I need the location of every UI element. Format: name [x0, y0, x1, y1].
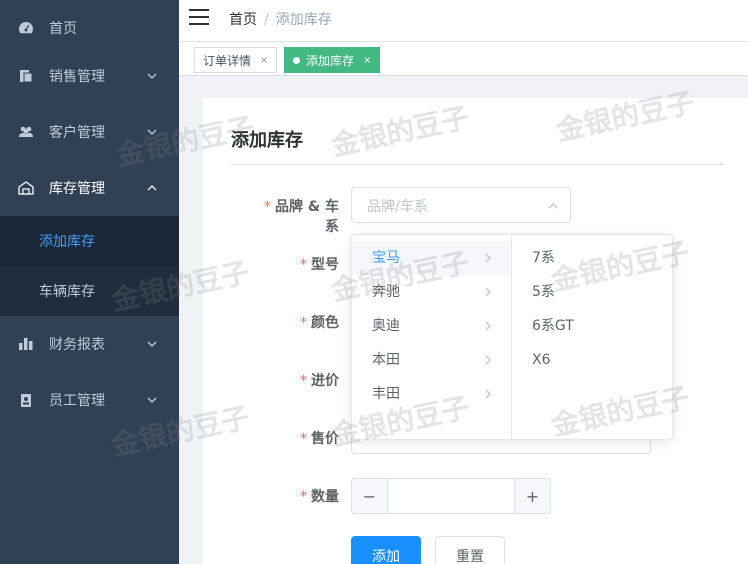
sidebar-item-customers[interactable]: 客户管理	[0, 104, 179, 160]
active-dot-icon	[293, 56, 300, 64]
people-icon	[18, 124, 34, 140]
dashboard-icon	[18, 20, 34, 36]
tag-label: 订单详情	[203, 53, 252, 68]
chevron-right-icon	[485, 321, 491, 331]
top-navbar: 首页 / 添加库存	[179, 0, 748, 42]
warehouse-icon	[18, 180, 34, 196]
sidebar-item-inventory[interactable]: 库存管理	[0, 160, 179, 216]
sidebar-item-sales[interactable]: 销售管理	[0, 48, 179, 104]
model-label: * 型号	[300, 257, 339, 273]
chevron-right-icon	[485, 389, 491, 399]
close-icon[interactable]: ×	[260, 55, 268, 66]
chevron-down-icon	[147, 129, 157, 135]
brand-series-label: * 品牌 & 车系	[264, 199, 339, 235]
tag-label: 添加库存	[306, 53, 355, 68]
clipboard-icon	[18, 68, 34, 84]
series-option[interactable]: X6	[512, 343, 672, 377]
badge-icon	[18, 392, 34, 408]
cascader-placeholder: 品牌/车系	[367, 199, 428, 215]
inventory-submenu: 添加库存 车辆库存	[0, 216, 179, 316]
series-column: 7系 5系 6系GT X6	[512, 235, 672, 439]
sale-price-label: * 售价	[300, 431, 339, 447]
brand-option-toyota[interactable]: 丰田	[352, 377, 511, 411]
tag-add-inventory[interactable]: 添加库存 ×	[284, 47, 381, 73]
brand-option-benz[interactable]: 奔驰	[352, 275, 511, 309]
decrement-button[interactable]: −	[352, 479, 388, 513]
sidebar-item-label: 销售管理	[49, 69, 105, 85]
tag-order-detail[interactable]: 订单详情 ×	[194, 47, 278, 73]
breadcrumb-home[interactable]: 首页	[229, 12, 257, 28]
sidebar-item-label: 财务报表	[49, 337, 105, 353]
series-option[interactable]: 6系GT	[512, 309, 672, 343]
divider	[231, 164, 724, 165]
sidebar-item-label: 首页	[49, 21, 77, 37]
sidebar-item-staff[interactable]: 员工管理	[0, 372, 179, 428]
quantity-label: * 数量	[300, 489, 339, 505]
purchase-price-label: * 进价	[300, 373, 339, 389]
quantity-stepper[interactable]: − +	[351, 478, 551, 514]
sidebar-subitem-label: 添加库存	[39, 234, 95, 250]
breadcrumb-current: 添加库存	[275, 12, 332, 28]
series-option[interactable]: 7系	[512, 241, 672, 275]
sidebar-item-label: 客户管理	[49, 125, 105, 141]
brand-option-honda[interactable]: 本田	[352, 343, 511, 377]
series-option[interactable]: 5系	[512, 275, 672, 309]
sidebar: 首页 销售管理 客户管理 库存管理 添加库存 车辆库存 财务报表 员工管理	[0, 0, 179, 564]
cascader-dropdown: 宝马 奔驰 奥迪 本田 丰田 7系 5系 6系GT X6	[351, 234, 673, 440]
brand-series-cascader[interactable]: 品牌/车系	[351, 187, 571, 223]
brand-option-audi[interactable]: 奥迪	[352, 309, 511, 343]
sidebar-item-label: 员工管理	[49, 393, 105, 409]
sidebar-item-finance[interactable]: 财务报表	[0, 316, 179, 372]
chevron-up-icon	[548, 203, 558, 209]
breadcrumb-separator: /	[264, 12, 269, 28]
breadcrumb: 首页 / 添加库存	[229, 9, 332, 29]
chevron-down-icon	[147, 73, 157, 79]
add-button[interactable]: 添加	[351, 536, 421, 564]
brand-option-bmw[interactable]: 宝马	[352, 241, 511, 275]
color-label: * 颜色	[300, 315, 339, 331]
chevron-down-icon	[147, 397, 157, 403]
chevron-right-icon	[485, 253, 491, 263]
sidebar-item-label: 库存管理	[49, 181, 105, 197]
page-title: 添加库存	[231, 130, 303, 151]
increment-button[interactable]: +	[514, 479, 550, 513]
reset-button[interactable]: 重置	[435, 536, 505, 564]
close-icon[interactable]: ×	[363, 55, 371, 66]
chevron-down-icon	[147, 341, 157, 347]
sidebar-subitem-vehicle-inventory[interactable]: 车辆库存	[0, 266, 179, 316]
chevron-right-icon	[485, 287, 491, 297]
hamburger-menu-icon[interactable]	[189, 9, 209, 25]
sidebar-subitem-label: 车辆库存	[39, 284, 95, 300]
tags-view: 订单详情 × 添加库存 ×	[179, 42, 748, 76]
chevron-right-icon	[485, 355, 491, 365]
chevron-up-icon	[147, 185, 157, 191]
bar-chart-icon	[18, 336, 34, 352]
sidebar-subitem-add-inventory[interactable]: 添加库存	[0, 216, 179, 266]
brand-column: 宝马 奔驰 奥迪 本田 丰田	[352, 235, 512, 439]
